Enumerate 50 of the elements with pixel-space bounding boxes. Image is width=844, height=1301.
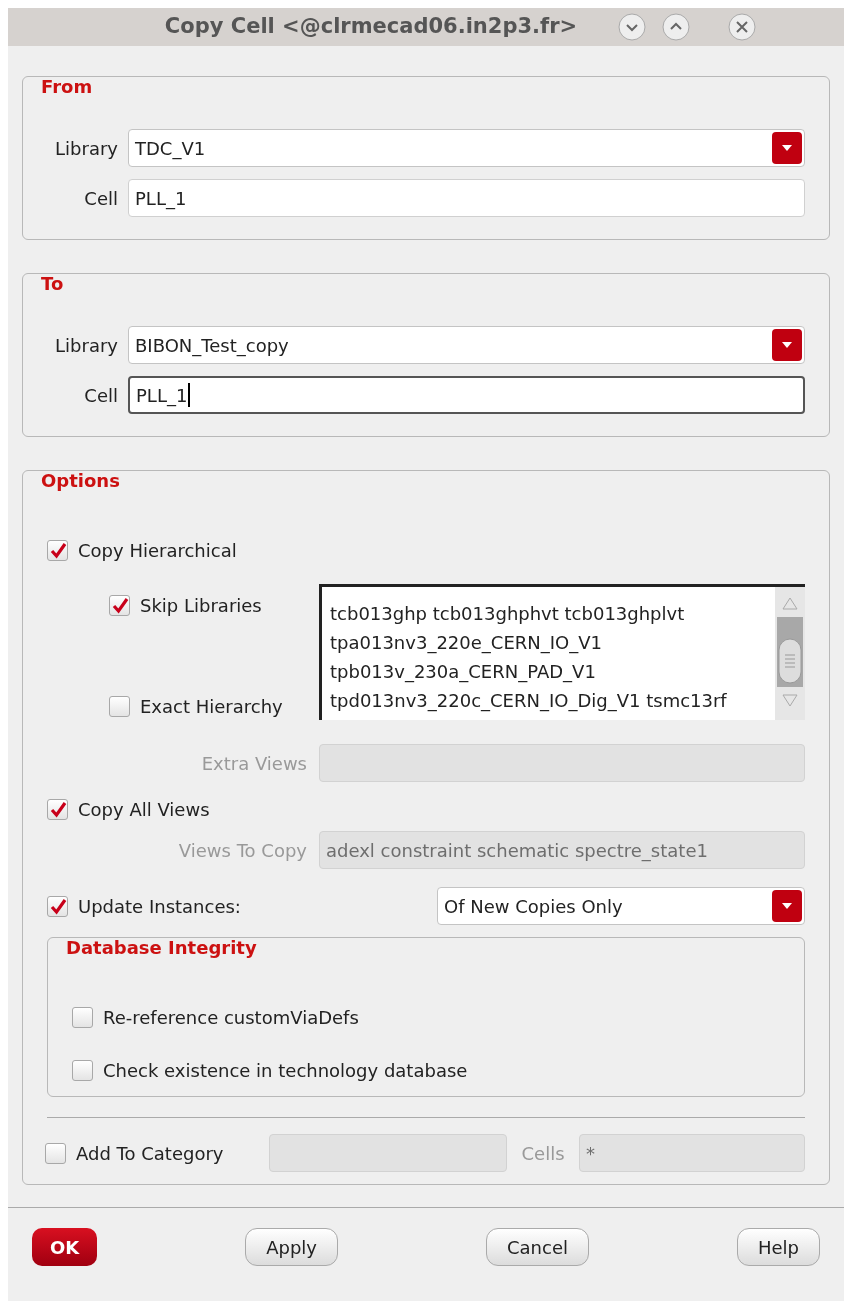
text-cursor xyxy=(188,383,191,407)
list-item[interactable]: tpa013nv3_220e_CERN_IO_V1 xyxy=(330,628,775,657)
group-title: To xyxy=(40,272,64,296)
field-label: Cell xyxy=(83,383,119,408)
field-label: Cell xyxy=(83,186,119,211)
field-label: Cells xyxy=(520,1141,566,1166)
close-icon[interactable] xyxy=(727,12,758,42)
checkbox[interactable] xyxy=(47,799,68,820)
library-dropdown[interactable]: Of New Copies Only xyxy=(437,887,805,925)
checkbox-label: Re-reference customViaDefs xyxy=(103,1006,359,1030)
group-title: From xyxy=(40,75,93,99)
checkbox[interactable] xyxy=(47,540,68,561)
field-label: Extra Views xyxy=(200,751,308,776)
cell-field[interactable]: PLL_1 xyxy=(128,179,805,217)
group-title: Options xyxy=(40,469,120,493)
checkmark-icon xyxy=(112,597,129,614)
dialog-button[interactable]: Apply xyxy=(245,1228,339,1266)
scrollbar[interactable] xyxy=(775,587,805,720)
checkbox[interactable] xyxy=(47,895,68,917)
checkbox-label: Add To Category xyxy=(76,1141,224,1166)
window-title: Copy Cell <@clrmecad06.in2p3.fr> xyxy=(164,13,578,41)
checkbox-label: Copy All Views xyxy=(78,798,210,822)
cell-field[interactable]: PLL_1 xyxy=(128,376,805,414)
list-item[interactable]: tpd013nv3_220c_CERN_IO_Dig_V1 tsmc13rf xyxy=(330,686,775,715)
checkbox[interactable] xyxy=(109,696,130,717)
field-label: Views To Copy xyxy=(177,838,308,863)
list-item[interactable]: tcb013ghp tcb013ghphvt tcb013ghplvt xyxy=(330,599,775,628)
field-label: Library xyxy=(54,136,119,161)
checkbox[interactable] xyxy=(72,1007,93,1028)
minimize-icon[interactable] xyxy=(617,12,648,42)
checkmark-icon xyxy=(50,801,67,818)
checkmark-icon xyxy=(50,542,67,559)
checkbox-label: Copy Hierarchical xyxy=(78,539,237,563)
checkbox-label: Check existence in technology database xyxy=(103,1059,468,1083)
checkbox-label: Skip Libraries xyxy=(140,594,262,618)
library-list[interactable]: tcb013ghp tcb013ghphvt tcb013ghplvt tpa013nv3_220e_CERN_IO_V1 tpb013v_230a_CERN_PAD_V1 tpd013nv3_220c_CERN_IO_Dig_V1 tsmc13rf xyxy=(319,584,805,720)
dialog-button[interactable]: Cancel xyxy=(486,1228,589,1266)
dialog-button[interactable]: Help xyxy=(736,1228,820,1266)
library-dropdown[interactable]: BIBON_Test_copy xyxy=(128,326,805,364)
checkbox-label: Exact Hierarchy xyxy=(140,695,283,719)
maximize-icon[interactable] xyxy=(661,12,692,42)
field-label: Library xyxy=(54,333,119,358)
library-dropdown[interactable]: TDC_V1 xyxy=(128,129,805,167)
checkbox-label: Update Instances: xyxy=(78,894,241,919)
list-item[interactable]: tpb013v_230a_CERN_PAD_V1 xyxy=(330,657,775,686)
checkbox[interactable] xyxy=(72,1060,93,1081)
checkmark-icon xyxy=(50,897,67,915)
ok-button[interactable]: OK xyxy=(32,1228,98,1266)
group-title: Database Integrity xyxy=(65,936,257,960)
checkbox[interactable] xyxy=(109,595,130,616)
